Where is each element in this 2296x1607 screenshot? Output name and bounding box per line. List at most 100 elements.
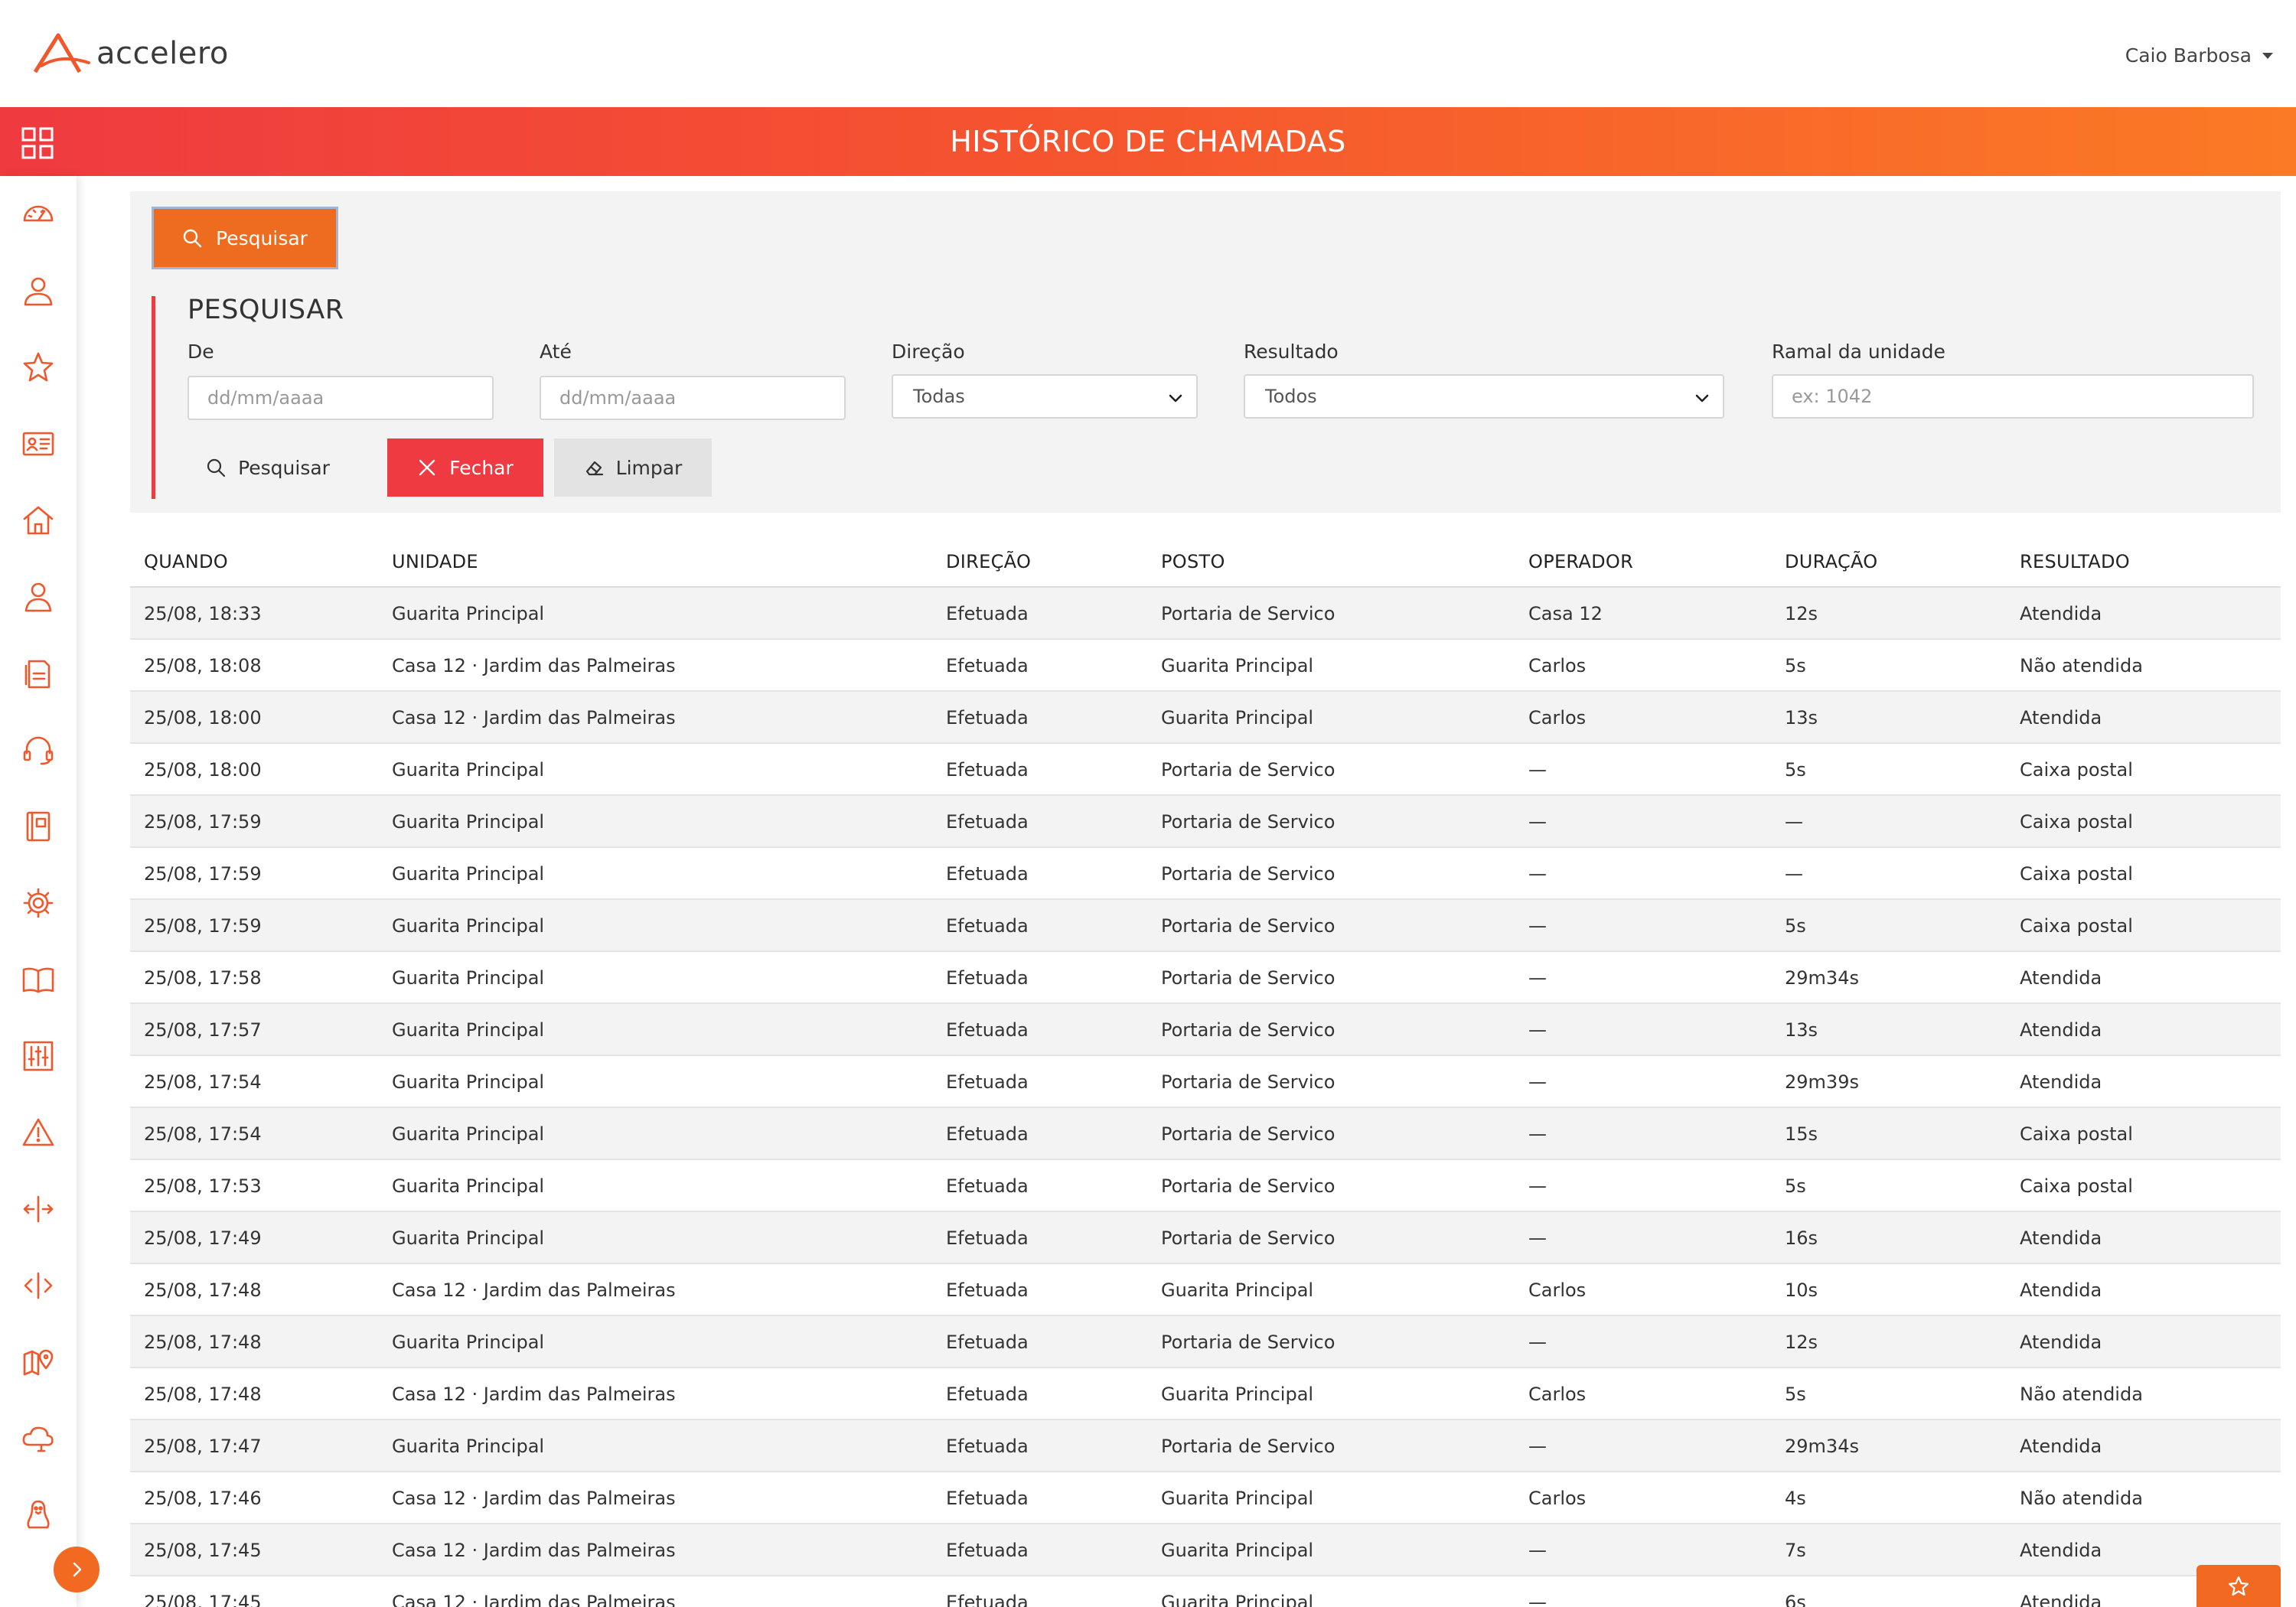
map-pin-icon[interactable] (21, 1345, 55, 1379)
table-row[interactable]: 25/08, 17:59 Guarita Principal Efetuada Por… (130, 796, 2281, 848)
cell-unit: Guarita Principal (392, 811, 545, 833)
table-row[interactable]: 25/08, 17:45 Casa 12 · Jardim das Palmeir… (130, 1576, 2281, 1607)
cell-result: Atendida (2020, 1540, 2102, 1561)
table-row[interactable]: 25/08, 17:57 Guarita Principal Efetuada Por… (130, 1004, 2281, 1056)
cell-direction: Efetuada (946, 967, 1029, 989)
cell-duration: 12s (1785, 603, 1818, 624)
cell-duration: 5s (1785, 655, 1806, 676)
table-row[interactable]: 25/08, 18:33 Guarita Principal Efetuada Por… (130, 588, 2281, 640)
cell-when: 25/08, 17:59 (144, 863, 262, 885)
cell-post: Portaria de Servico (1161, 759, 1336, 781)
direction-select[interactable]: Todas (892, 374, 1198, 419)
cell-when: 25/08, 17:57 (144, 1019, 262, 1041)
table-row[interactable]: 25/08, 18:08 Casa 12 · Jardim das Palmeir… (130, 640, 2281, 692)
cell-duration: 13s (1785, 707, 1818, 729)
cell-result: Atendida (2020, 1332, 2102, 1353)
call-history-table: QUANDO UNIDADE DIREÇÃO POSTO OPERADOR DU… (130, 536, 2281, 1607)
table-row[interactable]: 25/08, 17:48 Casa 12 · Jardim das Palmeir… (130, 1368, 2281, 1420)
table-row[interactable]: 25/08, 17:48 Casa 12 · Jardim das Palmeir… (130, 1264, 2281, 1316)
dashboard-gauge-icon[interactable] (21, 197, 55, 231)
cell-duration: 29m34s (1785, 1436, 1859, 1457)
column-header-operator[interactable]: OPERADOR (1528, 551, 1633, 572)
cell-unit: Guarita Principal (392, 759, 545, 781)
star-icon[interactable] (21, 350, 55, 384)
cell-duration: 12s (1785, 1332, 1818, 1353)
cell-when: 25/08, 17:48 (144, 1332, 262, 1353)
close-button[interactable]: Fechar (387, 438, 543, 497)
cell-when: 25/08, 17:54 (144, 1071, 262, 1093)
cell-direction: Efetuada (946, 1071, 1029, 1093)
table-row[interactable]: 25/08, 17:48 Guarita Principal Efetuada Por… (130, 1316, 2281, 1368)
cell-direction: Efetuada (946, 1332, 1029, 1353)
table-row[interactable]: 25/08, 17:53 Guarita Principal Efetuada Por… (130, 1160, 2281, 1212)
table-row[interactable]: 25/08, 17:59 Guarita Principal Efetuada Por… (130, 848, 2281, 900)
column-header-when[interactable]: QUANDO (144, 551, 228, 572)
clear-button[interactable]: Limpar (554, 438, 712, 497)
cell-when: 25/08, 17:58 (144, 967, 262, 989)
sidebar-expand-button[interactable] (54, 1547, 99, 1592)
user-icon[interactable] (21, 274, 55, 308)
direction-label: Direção (892, 341, 965, 363)
code-icon[interactable] (21, 1269, 55, 1302)
table-row[interactable]: 25/08, 17:58 Guarita Principal Efetuada Por… (130, 952, 2281, 1004)
cell-result: Caixa postal (2020, 1123, 2133, 1145)
cell-result: Caixa postal (2020, 1175, 2133, 1197)
favorite-button[interactable] (2197, 1565, 2281, 1607)
cloud-icon[interactable] (21, 1422, 55, 1455)
cell-unit: Guarita Principal (392, 1071, 545, 1093)
result-select[interactable]: Todos (1244, 374, 1724, 419)
table-row[interactable]: 25/08, 17:59 Guarita Principal Efetuada Por… (130, 900, 2281, 952)
user-menu[interactable]: Caio Barbosa (2125, 44, 2273, 67)
table-row[interactable]: 25/08, 17:49 Guarita Principal Efetuada Por… (130, 1212, 2281, 1264)
search-button[interactable]: Pesquisar (188, 438, 348, 497)
close-button-label: Fechar (449, 456, 514, 479)
toggle-search-button[interactable]: Pesquisar (152, 207, 338, 269)
cell-post: Portaria de Servico (1161, 1123, 1336, 1145)
cell-when: 25/08, 17:47 (144, 1436, 262, 1457)
headset-icon[interactable] (21, 733, 55, 767)
column-header-unit[interactable]: UNIDADE (392, 551, 478, 572)
table-row[interactable]: 25/08, 17:47 Guarita Principal Efetuada Por… (130, 1420, 2281, 1472)
home-icon[interactable] (21, 504, 55, 537)
id-card-icon[interactable] (21, 427, 55, 461)
filter-panel: Pesquisar PESQUISAR De Até Direção Todas… (130, 191, 2281, 513)
cell-post: Portaria de Servico (1161, 811, 1336, 833)
star-icon (2228, 1576, 2249, 1596)
column-header-post[interactable]: POSTO (1161, 551, 1225, 572)
table-row[interactable]: 25/08, 17:45 Casa 12 · Jardim das Palmeir… (130, 1524, 2281, 1576)
table-row[interactable]: 25/08, 17:54 Guarita Principal Efetuada Por… (130, 1108, 2281, 1160)
table-row[interactable]: 25/08, 18:00 Casa 12 · Jardim das Palmeir… (130, 692, 2281, 744)
top-header: accelero Caio Barbosa (0, 0, 2296, 107)
linux-icon[interactable] (21, 1498, 55, 1532)
cell-post: Portaria de Servico (1161, 1175, 1336, 1197)
table-row[interactable]: 25/08, 17:54 Guarita Principal Efetuada Por… (130, 1056, 2281, 1108)
person-icon[interactable] (21, 580, 55, 614)
warning-icon[interactable] (21, 1116, 55, 1149)
book-icon[interactable] (21, 963, 55, 996)
accelero-logo[interactable]: accelero (32, 31, 229, 77)
chevron-down-icon (1169, 394, 1182, 403)
sliders-icon[interactable] (21, 1039, 55, 1073)
table-row[interactable]: 25/08, 18:00 Guarita Principal Efetuada Por… (130, 744, 2281, 796)
cell-when: 25/08, 17:53 (144, 1175, 262, 1197)
cell-operator: — (1528, 1071, 1547, 1093)
extension-input[interactable] (1772, 374, 2254, 419)
cell-operator: — (1528, 1540, 1547, 1561)
gear-icon[interactable] (21, 886, 55, 920)
split-arrows-icon[interactable] (21, 1192, 55, 1226)
apps-grid-icon[interactable] (21, 127, 54, 159)
cell-result: Atendida (2020, 1592, 2102, 1607)
document-icon[interactable] (21, 657, 55, 690)
cell-operator: Carlos (1528, 655, 1587, 676)
notebook-icon[interactable] (21, 810, 55, 843)
cell-duration: 5s (1785, 759, 1806, 781)
column-header-direction[interactable]: DIREÇÃO (946, 551, 1031, 572)
column-header-result[interactable]: RESULTADO (2020, 551, 2130, 572)
cell-post: Portaria de Servico (1161, 1227, 1336, 1249)
cell-direction: Efetuada (946, 1488, 1029, 1509)
cell-post: Portaria de Servico (1161, 1019, 1336, 1041)
table-row[interactable]: 25/08, 17:46 Casa 12 · Jardim das Palmeir… (130, 1472, 2281, 1524)
to-date-input[interactable] (540, 376, 846, 420)
column-header-duration[interactable]: DURAÇÃO (1785, 551, 1878, 572)
from-date-input[interactable] (188, 376, 494, 420)
